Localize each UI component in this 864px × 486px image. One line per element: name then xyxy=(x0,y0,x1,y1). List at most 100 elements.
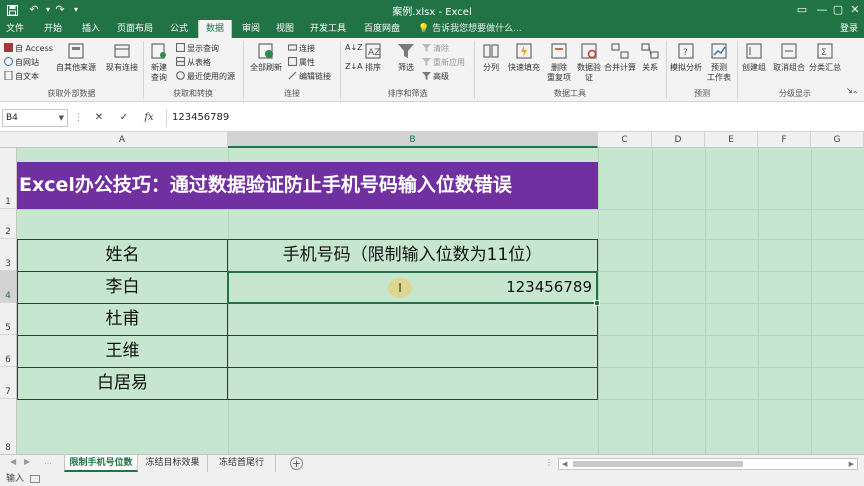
column-header-a[interactable]: A xyxy=(17,132,228,148)
tab-insert[interactable]: 插入 xyxy=(76,20,106,38)
ribbon: 自 Access 自网站 自文本 自其他来源 现有连接 获取外部数据 新建 查询… xyxy=(0,38,864,102)
group-label-transform: 获取和转换 xyxy=(173,89,213,98)
tab-baidu[interactable]: 百度网盘 xyxy=(360,20,404,38)
row-header-4[interactable]: 4 xyxy=(0,271,17,303)
flash-fill-button[interactable]: 快速填充 xyxy=(506,41,542,73)
sheet-tab-freeze-target[interactable]: 冻结目标效果 xyxy=(138,455,208,472)
add-sheet-icon[interactable]: + xyxy=(290,457,303,470)
column-header-g[interactable]: G xyxy=(811,132,864,148)
tab-formulas[interactable]: 公式 xyxy=(164,20,194,38)
name-box[interactable]: B4 ▼ xyxy=(2,109,68,127)
subtotal-button[interactable]: Σ 分类汇总 xyxy=(806,41,844,73)
relationships-button[interactable]: 关系 xyxy=(638,41,662,73)
phone-cell[interactable] xyxy=(227,335,598,368)
group-label-outline: 分级显示 xyxy=(779,89,811,98)
tab-data[interactable]: 数据 xyxy=(198,20,232,38)
tell-me-box[interactable]: 💡 告诉我您想要做什么... xyxy=(418,20,522,38)
tab-home[interactable]: 开始 xyxy=(38,20,68,38)
sheet-title-cell[interactable]: Excel办公技巧：通过数据验证防止手机号码输入位数错误 xyxy=(17,162,598,209)
from-text-button[interactable]: 自文本 xyxy=(4,71,39,82)
phone-cell[interactable] xyxy=(227,367,598,400)
advanced-button[interactable]: 高级 xyxy=(422,71,449,82)
row-header-8[interactable]: 8 xyxy=(0,399,17,454)
row-header-3[interactable]: 3 xyxy=(0,239,17,271)
tab-review[interactable]: 审阅 xyxy=(238,20,264,38)
row-header-1[interactable]: 1 xyxy=(0,148,17,209)
prev-sheet-icon[interactable]: ◀ xyxy=(10,457,16,466)
column-header-e[interactable]: E xyxy=(705,132,758,148)
data-validation-button[interactable]: 数据验 证 xyxy=(574,41,604,83)
scroll-split-icon[interactable]: ⋮ xyxy=(545,458,553,467)
forecast-sheet-button[interactable]: 预测 工作表 xyxy=(704,41,734,83)
recent-sources-button[interactable]: 最近使用的源 xyxy=(176,71,235,82)
reapply-button[interactable]: 重新应用 xyxy=(422,57,465,68)
refresh-all-button[interactable]: 全部刷新 xyxy=(247,41,285,73)
next-sheet-icon[interactable]: ▶ xyxy=(24,457,30,466)
header-name-cell[interactable]: 姓名 xyxy=(17,239,228,272)
column-header-d[interactable]: D xyxy=(652,132,705,148)
scrollbar-thumb[interactable] xyxy=(573,461,743,467)
horizontal-scrollbar[interactable]: ◀ ▶ xyxy=(558,458,858,470)
sort-button[interactable]: AZ 排序 xyxy=(362,41,384,73)
clear-filter-icon xyxy=(422,44,431,52)
from-access-button[interactable]: 自 Access xyxy=(4,43,53,54)
worksheet-grid[interactable]: 1 2 3 4 5 6 7 8 Excel办公技巧：通过数据验证防止手机号码输入… xyxy=(0,148,864,454)
properties-button[interactable]: 属性 xyxy=(288,57,315,68)
row-header-5[interactable]: 5 xyxy=(0,303,17,335)
row-header-6[interactable]: 6 xyxy=(0,335,17,367)
more-sheets-icon[interactable]: … xyxy=(44,457,52,466)
macro-record-icon[interactable] xyxy=(30,475,40,483)
what-if-button[interactable]: ? 模拟分析 xyxy=(668,41,704,73)
sort-az-icon[interactable]: A↓Z xyxy=(345,43,363,53)
header-phone-cell[interactable]: 手机号码（限制输入位数为11位） xyxy=(227,239,598,272)
connections-button[interactable]: 连接 xyxy=(288,43,315,54)
fill-handle[interactable] xyxy=(594,300,600,306)
sort-za-icon[interactable]: Z↓A xyxy=(345,62,363,72)
formula-input[interactable]: 123456789 xyxy=(166,109,862,127)
insert-function-icon[interactable]: fx xyxy=(140,109,158,127)
name-cell[interactable]: 杜甫 xyxy=(17,303,228,336)
row-header-7[interactable]: 7 xyxy=(0,367,17,399)
tab-page-layout[interactable]: 页面布局 xyxy=(113,20,157,38)
forecast-sheet-icon xyxy=(711,43,727,59)
text-to-columns-button[interactable]: 分列 xyxy=(478,41,504,73)
remove-duplicates-button[interactable]: 删除 重复项 xyxy=(544,41,574,83)
sheet-tab-limit-phone[interactable]: 限制手机号位数 xyxy=(64,455,138,472)
sign-in-link[interactable]: 登录 xyxy=(840,20,858,38)
column-headers: A B C D E F G xyxy=(0,132,864,148)
scroll-right-icon: ▶ xyxy=(848,460,854,468)
name-cell[interactable]: 李白 xyxy=(17,271,228,304)
filter-button[interactable]: 筛选 xyxy=(394,41,418,73)
active-cell-b4[interactable]: 123456789 xyxy=(227,271,600,306)
tab-view[interactable]: 视图 xyxy=(272,20,298,38)
row-header-2[interactable]: 2 xyxy=(0,209,17,239)
tab-developer[interactable]: 开发工具 xyxy=(306,20,350,38)
from-table-button[interactable]: 从表格 xyxy=(176,57,211,68)
sheet-tab-freeze-rows[interactable]: 冻结首尾行 xyxy=(208,455,276,472)
cancel-entry-icon[interactable]: ✕ xyxy=(90,109,108,127)
status-bar: 输入 xyxy=(0,472,864,486)
collapse-ribbon-icon[interactable]: ⌃ xyxy=(852,90,859,100)
show-queries-button[interactable]: 显示查询 xyxy=(176,43,219,54)
close-icon[interactable]: ✕ xyxy=(843,0,864,20)
clear-button[interactable]: 清除 xyxy=(422,43,449,54)
consolidate-button[interactable]: 合并计算 xyxy=(602,41,638,73)
column-header-b[interactable]: B xyxy=(228,132,598,148)
existing-connections-button[interactable]: 现有连接 xyxy=(104,41,140,73)
from-web-button[interactable]: 自网站 xyxy=(4,57,39,68)
tab-file[interactable]: 文件 xyxy=(2,20,28,38)
column-header-f[interactable]: F xyxy=(758,132,811,148)
other-sources-button[interactable]: 自其他来源 xyxy=(54,41,98,73)
gridline xyxy=(758,148,759,454)
formula-bar-grip: ⋮ xyxy=(74,113,83,123)
name-cell[interactable]: 白居易 xyxy=(17,367,228,400)
new-query-button[interactable]: 新建 查询 xyxy=(146,41,172,83)
advanced-filter-icon xyxy=(422,72,431,80)
ungroup-button[interactable]: 取消组合 xyxy=(770,41,808,73)
column-header-c[interactable]: C xyxy=(598,132,652,148)
edit-links-button[interactable]: 编辑链接 xyxy=(288,71,331,82)
phone-cell[interactable] xyxy=(227,303,598,336)
confirm-entry-icon[interactable]: ✓ xyxy=(115,109,133,127)
name-cell[interactable]: 王维 xyxy=(17,335,228,368)
group-button[interactable]: 创建组 xyxy=(738,41,770,73)
